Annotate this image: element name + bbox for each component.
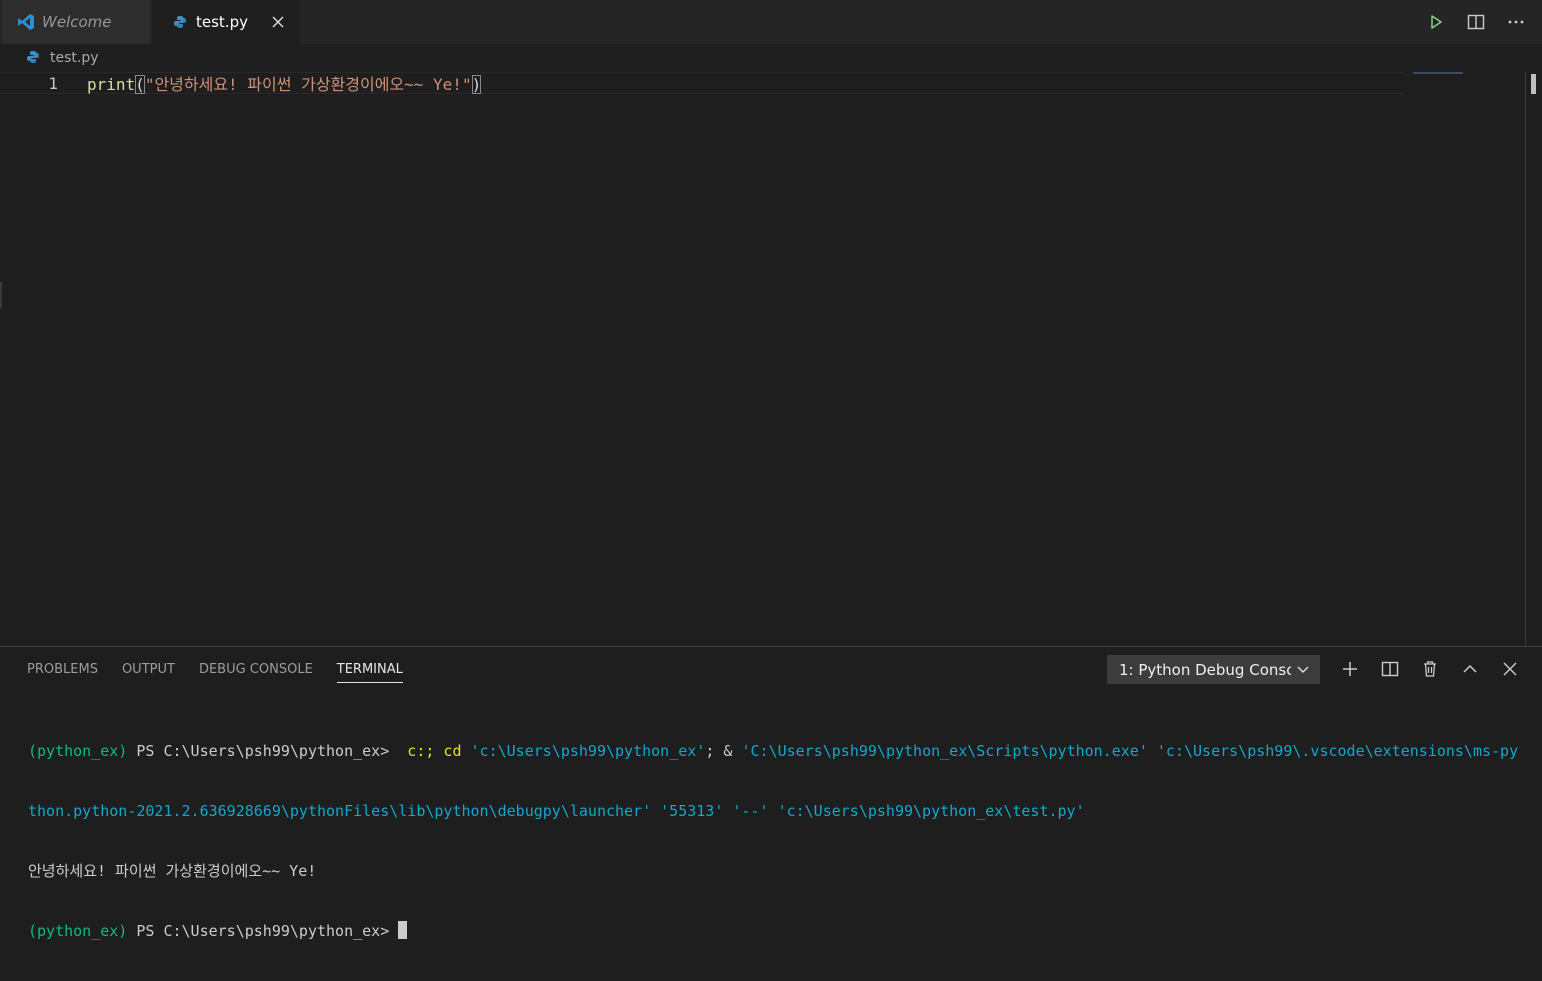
breadcrumb: test.py (0, 44, 1542, 72)
terminal-cursor (398, 921, 408, 939)
editor-actions (1424, 10, 1528, 34)
tab-debug-console[interactable]: DEBUG CONSOLE (199, 647, 313, 691)
terminal-env: (python_ex) (28, 922, 128, 940)
bottom-panel: PROBLEMS OUTPUT DEBUG CONSOLE TERMINAL 1… (0, 646, 1542, 940)
scrollbar-track[interactable] (1525, 72, 1526, 646)
vscode-logo-icon (16, 12, 36, 32)
editor-tab-bar: Welcome test.py (0, 0, 1542, 44)
panel-actions (1338, 657, 1522, 681)
panel-tabs: PROBLEMS OUTPUT DEBUG CONSOLE TERMINAL (27, 647, 404, 691)
code-open-paren: ( (135, 75, 145, 94)
code-text: print("안녕하세요! 파이썬 가상환경이에오~~ Ye!") (87, 71, 482, 95)
terminal-separator: ; & (705, 742, 742, 760)
terminal-select[interactable]: 1: Python Debug Console (1107, 655, 1320, 684)
chevron-up-icon[interactable] (1458, 657, 1482, 681)
add-terminal-icon[interactable] (1338, 657, 1362, 681)
tab-terminal[interactable]: TERMINAL (336, 647, 404, 691)
terminal-output[interactable]: (python_ex) PS C:\Users\psh99\python_ex>… (28, 701, 1528, 981)
tab-problems[interactable]: PROBLEMS (27, 647, 98, 691)
tab-test-py[interactable]: test.py (152, 0, 300, 44)
code-close-paren: ) (471, 75, 482, 94)
tab-output[interactable]: OUTPUT (122, 647, 175, 691)
terminal-line: 안녕하세요! 파이썬 가상환경이에오~~ Ye! (28, 861, 1528, 881)
terminal-select-value: 1: Python Debug Console (1119, 660, 1291, 679)
scrollbar-thumb[interactable] (1531, 74, 1536, 94)
terminal-prompt: PS C:\Users\psh99\python_ex> (127, 922, 399, 940)
line-number: 1 (48, 73, 58, 93)
terminal-space (769, 802, 778, 820)
python-file-icon (170, 12, 190, 32)
sash-handle[interactable] (0, 282, 2, 308)
terminal-space (651, 802, 660, 820)
terminal-arg: 'C:\Users\psh99\python_ex\Scripts\python… (741, 742, 1148, 760)
terminal-space (1148, 742, 1157, 760)
terminal-line: (python_ex) PS C:\Users\psh99\python_ex>… (28, 741, 1528, 761)
split-editor-icon[interactable] (1464, 10, 1488, 34)
code-string: "안녕하세요! 파이썬 가상환경이에오~~ Ye!" (144, 75, 472, 94)
run-icon[interactable] (1424, 10, 1448, 34)
terminal-program-output: 안녕하세요! 파이썬 가상환경이에오~~ Ye! (28, 862, 317, 880)
close-icon[interactable] (268, 12, 288, 32)
terminal-arg: '--' (732, 802, 769, 820)
chevron-down-icon (1296, 662, 1310, 676)
split-terminal-icon[interactable] (1378, 657, 1402, 681)
trash-icon[interactable] (1418, 657, 1442, 681)
close-panel-icon[interactable] (1498, 657, 1522, 681)
code-editor[interactable]: 1 print("안녕하세요! 파이썬 가상환경이에오~~ Ye!") (0, 72, 1536, 646)
terminal-line: thon.python-2021.2.636928669\pythonFiles… (28, 801, 1528, 821)
terminal-arg: thon.python-2021.2.636928669\pythonFiles… (28, 802, 652, 820)
terminal-command: c:; cd (398, 742, 471, 760)
breadcrumb-file[interactable]: test.py (50, 50, 99, 66)
more-actions-icon[interactable] (1504, 10, 1528, 34)
tab-label: Welcome (42, 13, 112, 31)
terminal-arg: 'c:\Users\psh99\python_ex\test.py' (777, 802, 1085, 820)
terminal-arg: 'c:\Users\psh99\python_ex' (470, 742, 706, 760)
terminal-prompt: PS C:\Users\psh99\python_ex> (127, 742, 399, 760)
code-line[interactable]: 1 print("안녕하세요! 파이썬 가상환경이에오~~ Ye!") (0, 72, 1405, 94)
terminal-arg: 'c:\Users\psh99\.vscode\extensions\ms-py (1156, 742, 1519, 760)
terminal-arg: '55313' (660, 802, 724, 820)
terminal-env: (python_ex) (28, 742, 128, 760)
code-function: print (87, 75, 136, 94)
python-file-icon (26, 50, 42, 66)
terminal-line: (python_ex) PS C:\Users\psh99\python_ex> (28, 921, 1528, 941)
minimap[interactable] (1413, 72, 1463, 74)
tab-label: test.py (196, 13, 248, 31)
tab-welcome[interactable]: Welcome (2, 0, 150, 44)
